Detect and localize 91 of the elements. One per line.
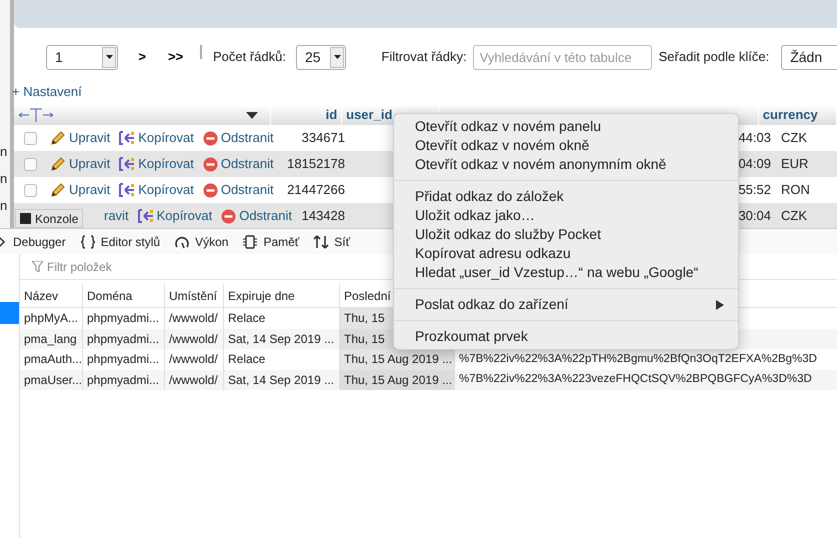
dropdown-arrow-icon: [334, 55, 341, 59]
devtools-tab[interactable]: Editor stylů: [80, 232, 160, 250]
table-cell-text: CZK: [780, 129, 807, 148]
table-cell: phpmyadmi...: [83, 328, 165, 349]
next-page-link[interactable]: >: [138, 47, 146, 67]
menu-item[interactable]: Uložit odkaz jako…: [394, 206, 738, 225]
table-cell-text: %7B%22iv%22%3A%22pTH%2Bgmu%2BfQn3OqT2EFXA%2Bg%3D: [458, 352, 818, 367]
edit-link[interactable]: ravit: [104, 206, 129, 226]
pencil-icon: [50, 156, 66, 172]
pencil-icon: [50, 182, 66, 198]
page-select[interactable]: 1: [46, 44, 118, 70]
table-cell: pmaUser...: [20, 370, 83, 390]
delete-link[interactable]: Odstranit: [202, 128, 274, 148]
table-cell-text: 44:03: [738, 129, 771, 148]
column-header[interactable]: currency: [758, 105, 837, 125]
column-header[interactable]: id: [270, 105, 342, 125]
filter-field[interactable]: Vyhledávání v této tabulce: [472, 44, 652, 70]
devtools-tab[interactable]: Výkon: [174, 232, 228, 250]
devtools-tab[interactable]: Paměť: [242, 232, 300, 250]
table-cell: pma_lang: [20, 328, 83, 349]
console-icon: [20, 213, 31, 224]
pencil-icon: [50, 130, 66, 146]
table-cell-text: CZK: [780, 207, 807, 226]
column-resize-icon: [18, 107, 54, 123]
table-cell-text: 04:09: [738, 155, 771, 174]
chip-icon: [242, 234, 258, 250]
menu-item[interactable]: Otevřít odkaz v novém okně: [394, 136, 738, 155]
edit-link[interactable]: Upravit: [50, 154, 110, 174]
dropdown-arrow-icon: [106, 55, 113, 59]
table-cell: /wwwold/: [165, 328, 224, 349]
table-cell: /wwwold/: [165, 370, 224, 390]
sort-menu-icon: [246, 112, 258, 118]
sidebar-text: n: [0, 198, 8, 213]
column-header[interactable]: Název: [20, 284, 83, 307]
copy-link[interactable]: Kopírovat: [119, 128, 194, 148]
row-checkbox[interactable]: [24, 132, 37, 144]
table-cell-text: 30:04: [738, 207, 771, 226]
edit-link[interactable]: Upravit: [50, 180, 110, 200]
table-cell-text: 18152178: [286, 155, 346, 174]
column-header[interactable]: Umístění: [165, 284, 224, 307]
copy-icon: [119, 156, 136, 172]
row-checkbox[interactable]: [24, 158, 37, 170]
copy-icon: [119, 130, 136, 146]
copy-link[interactable]: Kopírovat: [138, 206, 212, 226]
delete-icon: [202, 156, 218, 172]
rows-select[interactable]: 25: [296, 44, 346, 70]
rows-label: Počet řádků:: [213, 48, 286, 66]
sidebar-text: n: [0, 144, 8, 159]
last-page-link[interactable]: >>: [168, 47, 184, 67]
sort-label: Seřadit podle klíče:: [658, 48, 770, 66]
delete-icon: [221, 208, 236, 224]
delete-icon: [202, 130, 218, 146]
table-cell-text: EUR: [780, 155, 808, 174]
row-checkbox[interactable]: [24, 184, 37, 196]
menu-item[interactable]: Uložit odkaz do služby Pocket: [394, 225, 738, 244]
filter-icon: [32, 261, 43, 272]
submenu-arrow-icon: [716, 300, 724, 310]
column-header[interactable]: Expiruje dne: [224, 284, 340, 307]
menu-item[interactable]: Přidat odkaz do záložek: [394, 187, 738, 206]
delete-link[interactable]: Odstranit: [202, 154, 274, 174]
edit-link[interactable]: Upravit: [50, 128, 110, 148]
arrows-icon: [313, 234, 330, 250]
table-cell-text: RON: [780, 181, 810, 200]
settings-link[interactable]: + Nastavení: [12, 84, 82, 99]
menu-item[interactable]: Kopírovat adresu odkazu: [394, 244, 738, 263]
filter-field[interactable]: Filtr položek: [43, 258, 243, 276]
menu-item[interactable]: Hledat „user_id Vzestup…“ na webu „Google“: [394, 263, 738, 282]
copy-link[interactable]: Kopírovat: [119, 180, 194, 200]
table-cell-text: 334671: [300, 129, 346, 148]
devtools-tab[interactable]: Debugger: [0, 232, 66, 250]
sidebar-text: n: [0, 171, 8, 186]
delete-icon: [202, 182, 218, 198]
devtools-tab[interactable]: Síť: [313, 232, 350, 250]
filter-label: Filtrovat řádky:: [381, 48, 467, 66]
copy-link[interactable]: Kopírovat: [119, 154, 194, 174]
table-cell: Thu, 15 Aug 2019 ...: [340, 370, 455, 390]
sidebar-item[interactable]: [0, 302, 19, 324]
column-header[interactable]: Doména: [83, 284, 165, 307]
braces-icon: [80, 234, 96, 250]
delete-link[interactable]: Odstranit: [221, 206, 292, 226]
copy-icon: [138, 208, 154, 224]
console-button[interactable]: Konzole: [15, 209, 84, 228]
table-cell-text: 21447266: [286, 181, 346, 200]
copy-icon: [119, 182, 136, 198]
table-cell: phpmyadmi...: [83, 370, 165, 390]
table-cell: Thu, 15 Aug 2019 ...: [340, 349, 455, 370]
delete-link[interactable]: Odstranit: [202, 180, 274, 200]
table-cell-text: 55:52: [738, 181, 771, 200]
menu-item[interactable]: Otevřít odkaz v novém anonymním okně: [394, 155, 738, 174]
sort-select[interactable]: Žádn: [781, 44, 837, 70]
table-cell-text: %7B%22iv%22%3A%223vezeFHQCtSQV%2BPQBGFCyA%3D%3D: [458, 372, 813, 388]
